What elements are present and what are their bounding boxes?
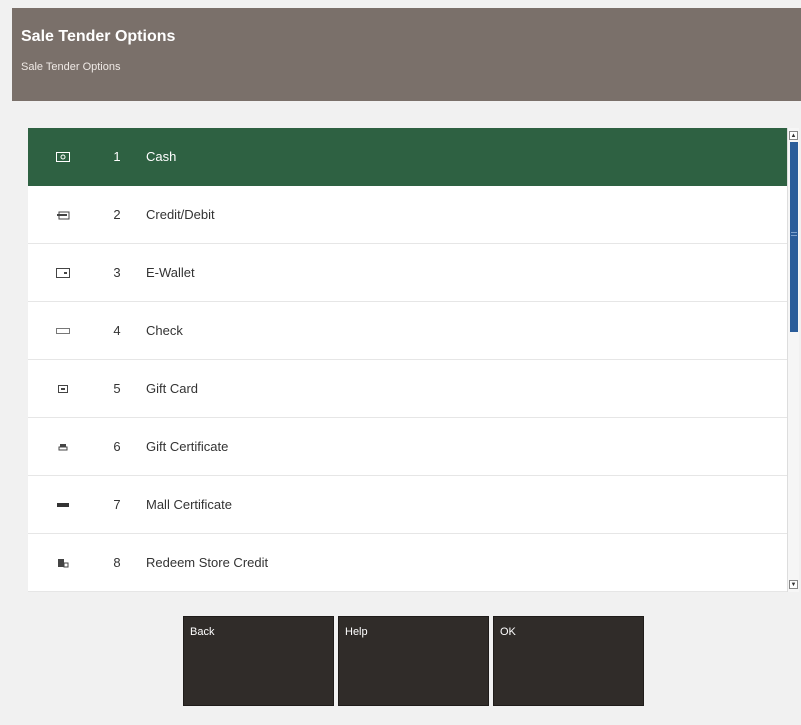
item-number: 1 <box>113 149 121 164</box>
item-number: 5 <box>113 381 121 396</box>
scroll-thumb[interactable] <box>790 142 798 332</box>
item-label: Mall Certificate <box>146 497 232 512</box>
list-item-check[interactable]: 4 Check <box>28 302 787 360</box>
item-label: Gift Certificate <box>146 439 229 454</box>
list-item-mall-certificate[interactable]: 7 Mall Certificate <box>28 476 787 534</box>
scroll-down-arrow-icon[interactable]: ▼ <box>789 580 798 589</box>
mall-certificate-icon <box>56 499 70 511</box>
action-buttons: Back Help OK <box>183 616 644 706</box>
page-title: Sale Tender Options <box>21 28 176 45</box>
item-number: 2 <box>113 207 121 222</box>
item-label: Check <box>146 323 183 338</box>
wallet-icon <box>56 267 70 279</box>
list-item-cash[interactable]: 1 Cash <box>28 128 787 186</box>
item-number: 3 <box>113 265 121 280</box>
list-item-gift-certificate[interactable]: 6 Gift Certificate <box>28 418 787 476</box>
credit-card-icon <box>56 209 70 221</box>
list-item-e-wallet[interactable]: 3 E-Wallet <box>28 244 787 302</box>
item-number: 4 <box>113 323 121 338</box>
scroll-up-arrow-icon[interactable]: ▲ <box>789 131 798 140</box>
tender-options-list: 1 Cash 2 Credit/Debit 3 E-Wallet 4 Check… <box>28 128 787 592</box>
page-subtitle: Sale Tender Options <box>21 61 121 73</box>
item-label: Credit/Debit <box>146 207 215 222</box>
item-number: 8 <box>113 555 121 570</box>
item-label: E-Wallet <box>146 265 195 280</box>
check-icon <box>56 325 70 337</box>
item-number: 7 <box>113 497 121 512</box>
list-item-redeem-store-credit[interactable]: 8 Redeem Store Credit <box>28 534 787 592</box>
help-button[interactable]: Help <box>338 616 489 706</box>
ok-button[interactable]: OK <box>493 616 644 706</box>
list-item-credit-debit[interactable]: 2 Credit/Debit <box>28 186 787 244</box>
gift-card-icon <box>56 383 70 395</box>
store-credit-icon <box>56 557 70 569</box>
list-scrollbar[interactable]: ▲ ▼ <box>787 128 799 592</box>
item-label: Gift Card <box>146 381 199 396</box>
gift-certificate-icon <box>56 441 70 453</box>
item-label: Cash <box>146 149 177 164</box>
list-item-gift-card[interactable]: 5 Gift Card <box>28 360 787 418</box>
back-button[interactable]: Back <box>183 616 334 706</box>
item-label: Redeem Store Credit <box>146 555 269 570</box>
cash-icon <box>56 151 70 163</box>
page-header: Sale Tender Options Sale Tender Options <box>12 8 801 101</box>
item-number: 6 <box>113 439 121 454</box>
